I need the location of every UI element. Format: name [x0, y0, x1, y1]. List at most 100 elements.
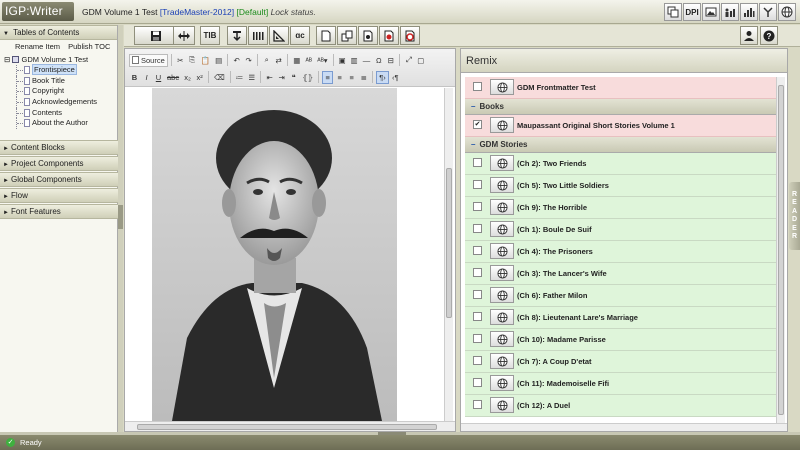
remix-item-label[interactable]: (Ch 4): The Prisoners: [517, 247, 593, 256]
page-remove-button[interactable]: [379, 26, 399, 45]
globe-button[interactable]: [490, 117, 514, 133]
spellcheck-dropdown-icon[interactable]: ᴬᴮ▾: [315, 54, 329, 67]
remix-vertical-scrollbar[interactable]: [776, 77, 785, 427]
align-center-icon[interactable]: ≡: [334, 71, 345, 84]
bold-icon[interactable]: B: [129, 71, 140, 84]
remix-horizontal-scrollbar[interactable]: [461, 423, 787, 431]
remix-item-label[interactable]: (Ch 9): The Horrible: [517, 203, 587, 212]
globe-icon[interactable]: [778, 3, 796, 21]
bar-chart-icon[interactable]: [740, 3, 758, 21]
globe-button[interactable]: [490, 353, 514, 369]
view-tag[interactable]: [Default]: [237, 7, 269, 17]
globe-button[interactable]: [490, 155, 514, 171]
books-group-header[interactable]: – Books: [465, 99, 777, 115]
tree-item-book-title[interactable]: Book Title: [4, 75, 117, 87]
remix-checkbox[interactable]: [473, 312, 482, 321]
save-button[interactable]: [134, 26, 178, 45]
editor-horizontal-scrollbar[interactable]: [125, 421, 455, 431]
tib-button[interactable]: TIB: [200, 26, 220, 45]
underline-icon[interactable]: U: [153, 71, 164, 84]
remix-item-label[interactable]: (Ch 2): Two Friends: [517, 159, 586, 168]
remix-item-label[interactable]: (Ch 6): Father Milon: [517, 291, 587, 300]
duplicate-page-button[interactable]: [337, 26, 357, 45]
copy-icon[interactable]: [664, 3, 682, 21]
stories-group-header[interactable]: – GDM Stories: [465, 137, 777, 153]
special-char-icon[interactable]: Ω: [373, 54, 384, 67]
outdent-icon[interactable]: ⇤: [264, 71, 275, 84]
expand-icon[interactable]: ⊟: [4, 55, 10, 64]
publish-toc-button[interactable]: Publish TOC: [68, 42, 110, 51]
image-icon[interactable]: ▣: [337, 54, 348, 67]
globe-button[interactable]: [490, 375, 514, 391]
indent-icon[interactable]: ⇥: [276, 71, 287, 84]
globe-button[interactable]: [490, 79, 514, 95]
horizontal-rule-icon[interactable]: ―: [361, 54, 373, 67]
source-button[interactable]: Source: [129, 53, 168, 67]
help-button[interactable]: ?: [760, 26, 778, 45]
collapse-icon[interactable]: –: [471, 140, 475, 149]
remix-item-label[interactable]: (Ch 10): Madame Parisse: [517, 335, 606, 344]
left-splitter[interactable]: [118, 25, 123, 433]
scroll-thumb[interactable]: [778, 85, 784, 415]
remix-item-label[interactable]: (Ch 12): A Duel: [517, 401, 570, 410]
tree-item-about-the-author[interactable]: About the Author: [4, 118, 117, 129]
remix-checkbox[interactable]: [473, 356, 482, 365]
remix-item-label[interactable]: (Ch 1): Boule De Suif: [517, 225, 592, 234]
remix-checkbox[interactable]: [473, 202, 482, 211]
align-left-icon[interactable]: ≡: [322, 70, 334, 84]
project-tag[interactable]: [TradeMaster-2012]: [160, 7, 234, 17]
editor-content[interactable]: [125, 88, 445, 421]
subscript-icon[interactable]: x₂: [182, 71, 193, 84]
cut-icon[interactable]: ✂: [175, 54, 186, 67]
remix-checkbox[interactable]: [473, 246, 482, 255]
tree-item-contents[interactable]: Contents: [4, 107, 117, 119]
rename-item-button[interactable]: Rename Item: [15, 42, 60, 51]
italic-icon[interactable]: I: [141, 71, 152, 84]
superscript-icon[interactable]: x²: [194, 71, 205, 84]
globe-button[interactable]: [490, 265, 514, 281]
remix-checkbox[interactable]: [473, 268, 482, 277]
remix-item-label[interactable]: (Ch 11): Mademoiselle Fifi: [517, 379, 609, 388]
remix-checkbox[interactable]: ✔: [473, 120, 482, 129]
remove-format-icon[interactable]: ⌫: [212, 71, 227, 84]
align-right-icon[interactable]: ≡: [346, 71, 357, 84]
remix-item-label[interactable]: GDM Frontmatter Test: [517, 83, 596, 92]
globe-button[interactable]: [490, 177, 514, 193]
table-icon[interactable]: ▥: [349, 54, 360, 67]
anchor-button[interactable]: [227, 26, 247, 45]
globe-button[interactable]: [490, 309, 514, 325]
paste-icon[interactable]: 📋: [199, 54, 212, 67]
show-blocks-icon[interactable]: ▢: [415, 54, 426, 67]
image-icon[interactable]: [702, 3, 720, 21]
scroll-thumb[interactable]: [446, 168, 452, 318]
remix-checkbox[interactable]: [473, 334, 482, 343]
remix-checkbox[interactable]: [473, 180, 482, 189]
globe-button[interactable]: [490, 243, 514, 259]
maximize-icon[interactable]: ⤢: [403, 54, 414, 67]
people-chart-icon[interactable]: [721, 3, 739, 21]
page-break-icon[interactable]: ⊟: [385, 54, 396, 67]
dpi-icon[interactable]: DPI: [683, 3, 701, 21]
splitter-grip[interactable]: [118, 205, 123, 229]
bulleted-list-icon[interactable]: ☰: [246, 71, 257, 84]
numbered-list-icon[interactable]: ≔: [234, 71, 246, 84]
copy-icon[interactable]: ⎘: [187, 54, 198, 67]
div-container-icon[interactable]: ⦃⦄: [300, 71, 315, 84]
remix-item-label[interactable]: (Ch 7): A Coup D'etat: [517, 357, 592, 366]
spellcheck-icon[interactable]: ᴬᴮ: [303, 54, 314, 67]
collapse-icon[interactable]: –: [471, 102, 475, 111]
remix-item-label[interactable]: (Ch 8): Lieutenant Lare's Marriage: [517, 313, 638, 322]
section-content-blocks[interactable]: ► Content Blocks: [0, 140, 118, 155]
section-global-components[interactable]: ► Global Components: [0, 172, 118, 187]
replace-icon[interactable]: ⇄: [273, 54, 284, 67]
remix-checkbox[interactable]: [473, 378, 482, 387]
page-delete-button[interactable]: [400, 26, 420, 45]
remix-checkbox[interactable]: [473, 224, 482, 233]
reader-tab[interactable]: READER: [789, 182, 800, 250]
scroll-thumb[interactable]: [137, 424, 437, 430]
remix-item-label[interactable]: (Ch 3): The Lancer's Wife: [517, 269, 607, 278]
special-chars-button[interactable]: ɑс: [290, 26, 310, 45]
columns-button[interactable]: [248, 26, 268, 45]
remix-item-label[interactable]: Maupassant Original Short Stories Volume…: [517, 121, 675, 130]
globe-button[interactable]: [490, 221, 514, 237]
